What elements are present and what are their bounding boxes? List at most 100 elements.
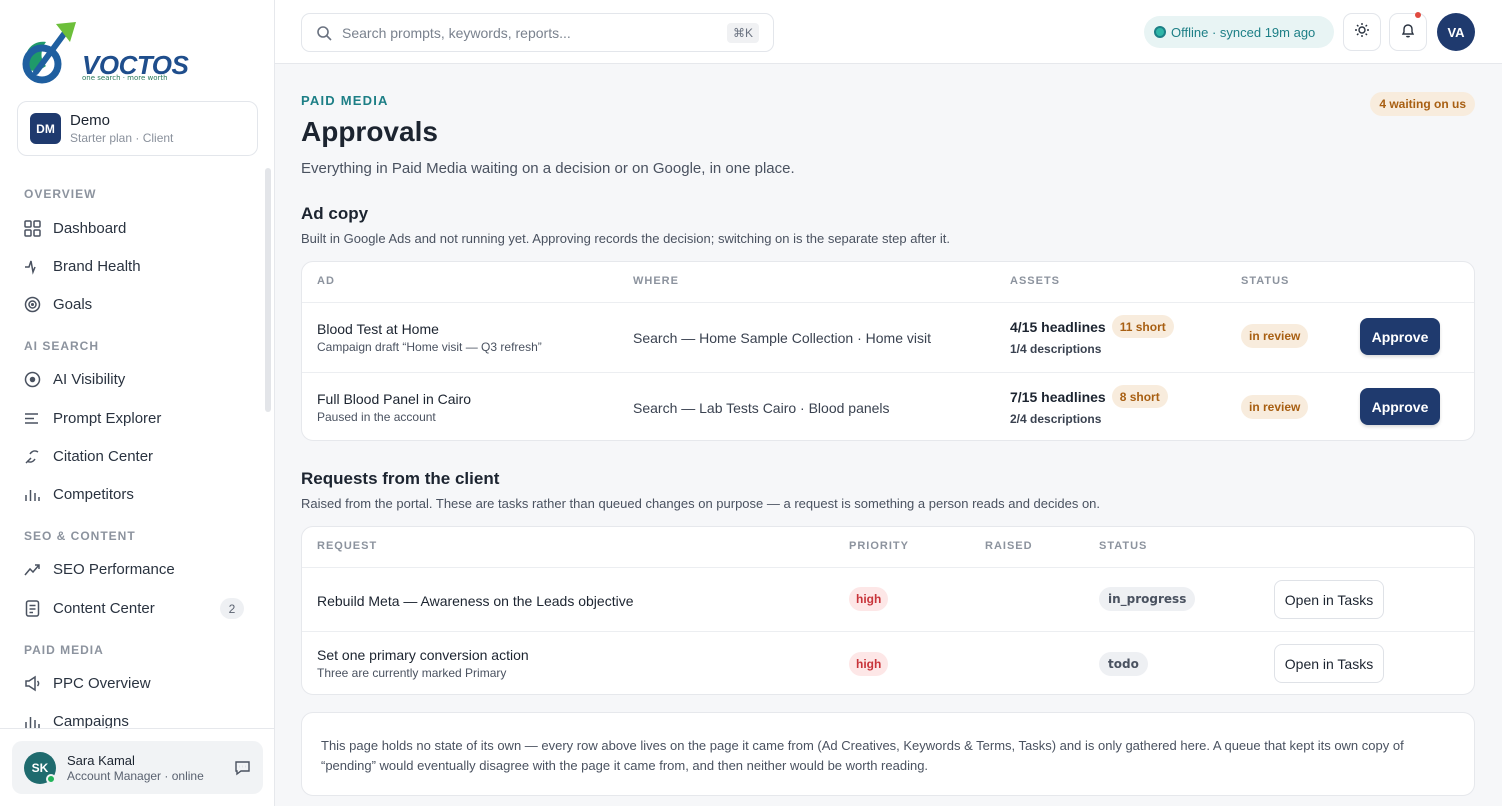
waiting-badge: 4 waiting on us bbox=[1370, 92, 1475, 116]
workspace-plan: Starter plan · Client bbox=[70, 131, 174, 145]
sidebar-item-prompt-explorer[interactable]: Prompt Explorer bbox=[24, 403, 244, 433]
workspace-name: Demo bbox=[70, 112, 111, 129]
sidebar-item-label: Prompt Explorer bbox=[53, 409, 162, 427]
requests-table: REQUEST PRIORITY RAISED STATUS Rebuild M… bbox=[301, 526, 1475, 695]
sidebar-item-citation-center[interactable]: Citation Center bbox=[24, 441, 244, 471]
page-title: Approvals bbox=[301, 116, 438, 147]
search-input[interactable] bbox=[342, 22, 712, 44]
sidebar-item-goals[interactable]: Goals bbox=[24, 289, 244, 319]
open-in-tasks-button[interactable]: Open in Tasks bbox=[1274, 644, 1384, 683]
sidebar-item-label: Goals bbox=[53, 295, 93, 313]
short-badge: 8 short bbox=[1111, 385, 1168, 408]
description-count: 1/4 descriptions bbox=[1010, 342, 1102, 356]
short-badge: 11 short bbox=[1111, 315, 1174, 338]
notifications-button[interactable] bbox=[1389, 12, 1427, 51]
sidebar-scrollbar[interactable] bbox=[265, 168, 271, 412]
grid-icon bbox=[24, 219, 41, 237]
status-dot-icon bbox=[1154, 26, 1166, 38]
ad-context: Campaign draft “Home visit — Q3 refresh” bbox=[317, 340, 542, 354]
document-icon bbox=[24, 599, 41, 617]
sync-status-badge[interactable]: Offline · synced 19m ago bbox=[1144, 16, 1334, 48]
sidebar-item-label: AI Visibility bbox=[53, 370, 126, 388]
column-header-priority: PRIORITY bbox=[849, 540, 909, 552]
ad-name: Blood Test at Home bbox=[317, 321, 439, 337]
ad-copy-table: AD WHERE ASSETS STATUS Blood Test at Hom… bbox=[301, 261, 1475, 441]
ad-copy-title: Ad copy bbox=[301, 204, 369, 223]
target-icon bbox=[24, 296, 41, 313]
sync-status-text: Offline · synced 19m ago bbox=[1171, 24, 1316, 40]
eye-circle-icon bbox=[24, 371, 41, 388]
requests-title: Requests from the client bbox=[301, 469, 500, 488]
column-header-request: REQUEST bbox=[317, 540, 378, 552]
headline-count: 4/15 headlines bbox=[1010, 318, 1106, 335]
status-badge: in review bbox=[1241, 324, 1309, 348]
sidebar-item-ppc-overview[interactable]: PPC Overview bbox=[24, 668, 244, 698]
sidebar-item-ai-visibility[interactable]: AI Visibility bbox=[24, 364, 244, 394]
nav-section-ai-search: AI SEARCH bbox=[24, 339, 100, 353]
chat-icon[interactable] bbox=[234, 759, 251, 776]
nav-section-paid-media: PAID MEDIA bbox=[24, 643, 104, 657]
footnote-card: This page holds no state of its own — ev… bbox=[301, 712, 1475, 796]
online-indicator bbox=[46, 774, 56, 784]
sidebar-item-seo-performance[interactable]: SEO Performance bbox=[24, 554, 244, 584]
page-eyebrow: PAID MEDIA bbox=[301, 93, 389, 108]
ad-copy-description: Built in Google Ads and not running yet.… bbox=[301, 231, 950, 246]
avatar[interactable]: VA bbox=[1437, 13, 1475, 51]
page-subtitle: Everything in Paid Media waiting on a de… bbox=[301, 160, 795, 177]
request-name: Set one primary conversion action bbox=[317, 647, 529, 663]
sidebar-item-label: Dashboard bbox=[53, 219, 127, 237]
megaphone-icon bbox=[24, 675, 41, 692]
approve-button[interactable]: Approve bbox=[1360, 388, 1440, 425]
requests-description: Raised from the portal. These are tasks … bbox=[301, 496, 1101, 511]
bell-icon bbox=[1400, 22, 1416, 43]
divider bbox=[302, 631, 1474, 632]
priority-badge: high bbox=[849, 652, 889, 676]
sidebar-item-label: SEO Performance bbox=[53, 560, 175, 578]
ad-context: Paused in the account bbox=[317, 410, 436, 424]
description-count: 2/4 descriptions bbox=[1010, 412, 1102, 426]
content-count-badge: 2 bbox=[220, 598, 244, 619]
sidebar-item-competitors[interactable]: Competitors bbox=[24, 479, 244, 509]
sun-icon bbox=[1354, 22, 1370, 43]
sidebar-item-label: Campaigns bbox=[53, 712, 129, 730]
main-content: PAID MEDIA 4 waiting on us Approvals Eve… bbox=[275, 64, 1502, 806]
logo-tagline: one search · more worth bbox=[82, 74, 168, 82]
approve-button[interactable]: Approve bbox=[1360, 318, 1440, 355]
logo-mark-icon bbox=[22, 22, 76, 84]
ad-where: Search — Home Sample Collection · Home v… bbox=[633, 330, 931, 346]
column-header-ad: AD bbox=[317, 275, 335, 287]
sidebar: VOCTOS one search · more worth DM Demo S… bbox=[0, 0, 275, 806]
nav-section-overview: OVERVIEW bbox=[24, 187, 97, 201]
column-header-assets: ASSETS bbox=[1010, 275, 1061, 287]
sidebar-item-label: Competitors bbox=[53, 485, 134, 503]
nav-section-seo-content: SEO & CONTENT bbox=[24, 529, 136, 543]
brand-logo[interactable]: VOCTOS one search · more worth bbox=[20, 16, 189, 88]
request-name: Rebuild Meta — Awareness on the Leads ob… bbox=[317, 593, 634, 609]
column-header-status: STATUS bbox=[1099, 540, 1148, 552]
status-badge: todo bbox=[1099, 652, 1148, 676]
sidebar-item-dashboard[interactable]: Dashboard bbox=[24, 213, 244, 243]
headline-count: 7/15 headlines bbox=[1010, 388, 1106, 405]
footnote-text: This page holds no state of its own — ev… bbox=[321, 738, 1404, 773]
pulse-icon bbox=[24, 258, 41, 275]
column-header-where: WHERE bbox=[633, 275, 679, 287]
link-icon bbox=[24, 448, 41, 465]
divider bbox=[302, 372, 1474, 373]
top-bar: ⌘K Offline · synced 19m ago VA bbox=[275, 0, 1502, 64]
page-scrollbar[interactable] bbox=[1502, 0, 1512, 806]
sidebar-item-brand-health[interactable]: Brand Health bbox=[24, 251, 244, 281]
user-card[interactable]: SK Sara Kamal Account Manager · online bbox=[12, 741, 263, 794]
workspace-switcher[interactable]: DM Demo Starter plan · Client bbox=[17, 101, 258, 156]
status-badge: in_progress bbox=[1099, 587, 1196, 611]
sidebar-item-content-center[interactable]: Content Center 2 bbox=[24, 593, 244, 623]
sidebar-item-label: Citation Center bbox=[53, 447, 154, 465]
search-box[interactable]: ⌘K bbox=[301, 13, 774, 52]
open-in-tasks-button[interactable]: Open in Tasks bbox=[1274, 580, 1384, 619]
workspace-badge: DM bbox=[30, 113, 61, 144]
ad-where: Search — Lab Tests Cairo · Blood panels bbox=[633, 400, 890, 416]
sidebar-item-label: Content Center bbox=[53, 599, 155, 617]
search-icon bbox=[316, 25, 333, 42]
user-role: Account Manager · online bbox=[67, 769, 204, 783]
priority-badge: high bbox=[849, 587, 889, 611]
theme-toggle-button[interactable] bbox=[1343, 13, 1381, 51]
